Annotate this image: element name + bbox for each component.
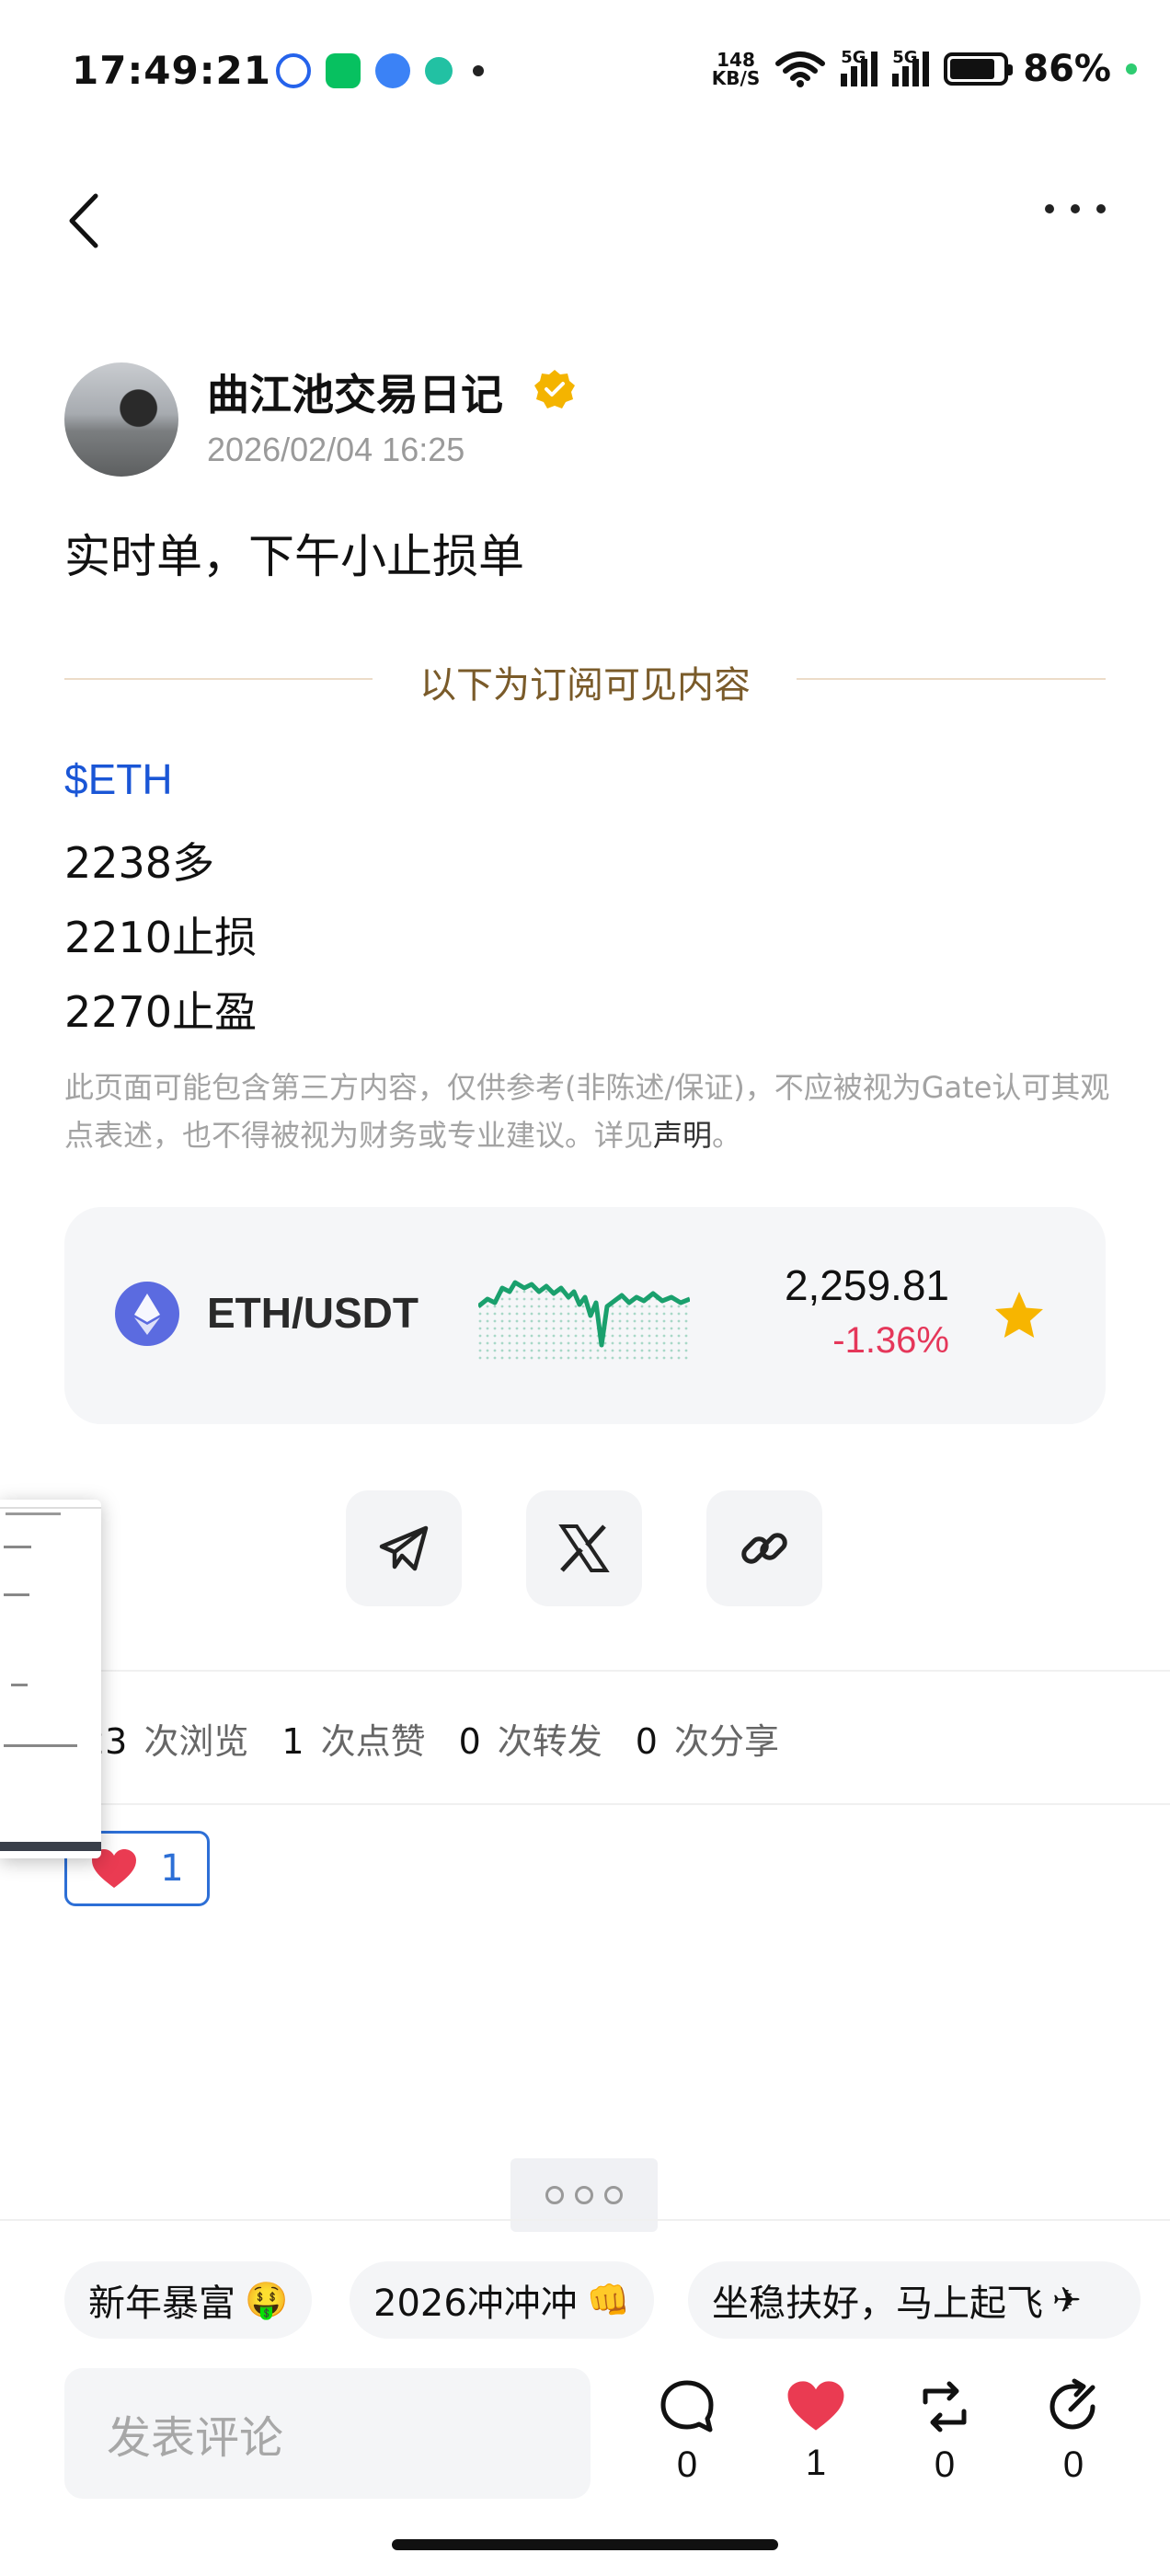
avatar[interactable]	[64, 362, 178, 477]
disclaimer: 此页面可能包含第三方内容，仅供参考(非陈述/保证)，不应被视为Gate认可其观点…	[64, 1064, 1113, 1159]
ticker-link[interactable]: $ETH	[64, 754, 173, 804]
app-notification-icon	[276, 53, 311, 88]
post-line: 2210止损	[64, 913, 258, 962]
views-stat: 23 次浏览	[83, 1721, 249, 1762]
post-title: 实时单，下午小止损单	[64, 530, 524, 583]
dot-icon	[1045, 204, 1054, 213]
quick-reply-tag[interactable]: 2026冲冲冲 👊	[350, 2261, 655, 2339]
like-button[interactable]: 1	[774, 2378, 857, 2484]
price-change: -1.36%	[832, 1320, 949, 1361]
repost-icon	[923, 2381, 967, 2432]
favorite-star-icon[interactable]	[992, 1288, 1047, 1343]
divider	[0, 2219, 1170, 2221]
link-icon	[741, 1533, 787, 1564]
author-name[interactable]: 曲江池交易日记	[207, 362, 503, 422]
dot-icon	[1071, 204, 1080, 213]
repost-button[interactable]: 0	[903, 2378, 986, 2486]
heart-filled-icon	[787, 2381, 844, 2431]
pair-name: ETH/USDT	[207, 1289, 419, 1337]
comment-input[interactable]: 发表评论	[64, 2368, 591, 2499]
share-button[interactable]: 0	[1032, 2378, 1115, 2486]
signal-1-icon: 5G	[841, 48, 878, 86]
post-line: 2270止盈	[64, 987, 258, 1037]
subscriber-divider-text: 以下为订阅可见内容	[419, 664, 751, 707]
last-price: 2,259.81	[784, 1261, 949, 1309]
page-indicator	[510, 2158, 658, 2232]
signal-2-icon: 5G	[892, 48, 930, 86]
net-speed: 148 KB/S	[711, 49, 761, 89]
comment-icon	[660, 2380, 714, 2432]
reaction-count: 1	[160, 1847, 184, 1890]
x-share-button[interactable]	[526, 1490, 642, 1606]
telegram-share-button[interactable]	[346, 1490, 462, 1606]
comment-button[interactable]: 0	[646, 2378, 728, 2486]
wifi-icon	[775, 52, 826, 87]
disclaimer-link[interactable]: 声明	[653, 1118, 712, 1153]
quick-reply-tag[interactable]: 坐稳扶好，马上起飞 ✈	[688, 2261, 1141, 2339]
disclaimer-text: 此页面可能包含第三方内容，仅供参考(非陈述/保证)，不应被视为Gate认可其观点…	[64, 1070, 1110, 1153]
status-app-icons	[276, 53, 484, 88]
post-stats: 23 次浏览 1 次点赞 0 次转发 0 次分享	[83, 1713, 779, 1764]
share-icon	[1050, 2378, 1095, 2430]
post-line: 2238多	[64, 838, 215, 888]
page-dot	[604, 2186, 623, 2204]
divider-right	[797, 678, 1106, 680]
shares-stat: 0 次分享	[635, 1721, 779, 1762]
x-logo-icon	[558, 1524, 610, 1572]
floating-screenshot-thumbnail[interactable]	[0, 1500, 101, 1858]
likes-stat: 1 次点赞	[281, 1721, 426, 1762]
back-button[interactable]	[61, 189, 107, 253]
disclaimer-end: 。	[712, 1118, 742, 1153]
telegram-icon	[379, 1525, 429, 1571]
like-count: 1	[805, 2443, 827, 2483]
reposts-stat: 0 次转发	[458, 1721, 602, 1762]
price-sparkline	[478, 1280, 690, 1363]
battery-icon	[944, 52, 1014, 86]
repost-count: 0	[934, 2444, 956, 2485]
app-blue-icon	[375, 53, 410, 88]
divider	[0, 1803, 1170, 1805]
page-dot	[545, 2186, 564, 2204]
comment-count: 0	[676, 2444, 698, 2485]
more-notifications-icon	[473, 65, 484, 76]
privacy-indicator-icon	[1126, 63, 1137, 75]
divider	[0, 1670, 1170, 1672]
dot-icon	[1096, 204, 1106, 213]
quick-reply-tag[interactable]: 新年暴富 🤑	[64, 2261, 313, 2339]
app-globe-icon	[425, 57, 453, 85]
more-options-button[interactable]	[1045, 204, 1106, 213]
status-right: 148 KB/S 5G 5G 86%	[712, 48, 1137, 90]
post-timestamp: 2026/02/04 16:25	[207, 431, 465, 468]
verified-badge-icon	[534, 370, 575, 408]
share-count: 0	[1062, 2444, 1084, 2485]
battery-percent: 86%	[1023, 48, 1111, 90]
status-time: 17:49:21	[72, 48, 271, 93]
wechat-icon	[326, 53, 361, 88]
home-indicator[interactable]	[392, 2539, 778, 2550]
copy-link-button[interactable]	[706, 1490, 822, 1606]
page-dot	[575, 2186, 593, 2204]
eth-icon	[115, 1282, 179, 1346]
